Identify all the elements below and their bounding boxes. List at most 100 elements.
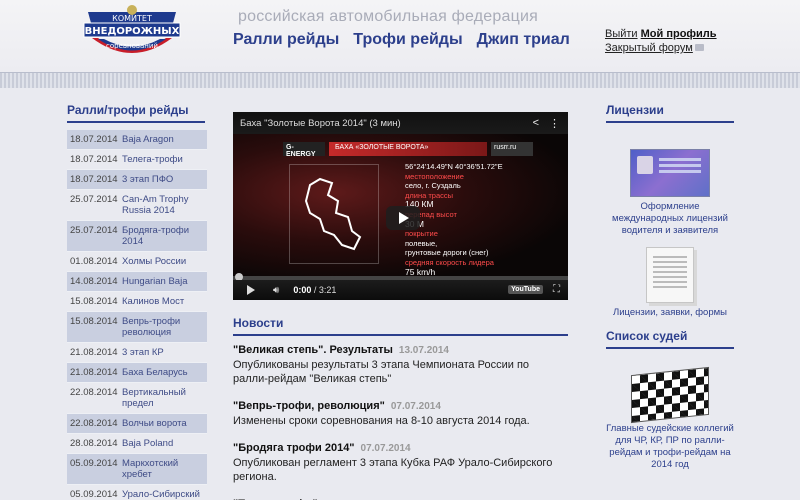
fullscreen-icon[interactable]: ⛶ xyxy=(553,284,560,295)
event-link[interactable]: 3 этап ПФО xyxy=(119,170,207,189)
race-info-line: перепад высот xyxy=(405,209,457,219)
event-row[interactable]: 21.08.2014 Баха Беларусь xyxy=(67,363,207,383)
race-info-line: грунтовые дороги (снег) xyxy=(405,248,489,258)
news-text: Опубликованы результаты 3 этапа Чемпиона… xyxy=(233,359,530,385)
volume-icon[interactable]: 🔊︎ xyxy=(273,285,279,296)
event-link[interactable]: Вертикальный предел xyxy=(119,383,207,413)
event-row[interactable]: 15.08.2014 Калинов Мост xyxy=(67,292,207,312)
event-link[interactable]: Волчьи ворота xyxy=(119,414,207,433)
video-title-bar: Баха "Золотые Ворота 2014" (3 мин) < ⋮ xyxy=(233,112,568,134)
event-link[interactable]: Hungarian Baja xyxy=(119,272,207,291)
event-link[interactable]: Вепрь-трофи революция xyxy=(119,312,207,342)
event-row[interactable]: 05.09.2014 Маркхотский хребет xyxy=(67,454,207,485)
race-info-line: полевые, xyxy=(405,238,438,248)
event-date: 22.08.2014 xyxy=(67,414,119,433)
time-total: / 3:21 xyxy=(313,285,337,295)
site-header: КОМИТЕТ ВНЕДОРОЖНЫХ соревнований российс… xyxy=(0,0,800,72)
committee-logo[interactable]: КОМИТЕТ ВНЕДОРОЖНЫХ соревнований xyxy=(80,4,184,66)
event-date: 18.07.2014 xyxy=(67,150,119,169)
video-frame[interactable]: G-ENERGY БАХА «ЗОЛОТЫЕ ВОРОТА» rusrr.ru … xyxy=(233,134,568,280)
banner-label: БАХА «ЗОЛОТЫЕ ВОРОТА» xyxy=(329,142,487,156)
news-headline-row: "Бродяга трофи 2014" 07.07.2014 xyxy=(233,441,563,456)
documents-icon[interactable] xyxy=(646,247,694,303)
license-card-icon[interactable] xyxy=(630,149,710,197)
nav-trophy-raids[interactable]: Трофи рейды xyxy=(353,31,462,49)
event-link[interactable]: Бродяга-трофи 2014 xyxy=(119,221,207,251)
event-link[interactable]: Baja Poland xyxy=(119,434,207,453)
event-link[interactable]: Калинов Мост xyxy=(119,292,207,311)
event-link[interactable]: Урало-Сибирский отборочный xyxy=(119,485,207,500)
news-title: Новости xyxy=(233,316,568,336)
event-row[interactable]: 25.07.2014 Бродяга-трофи 2014 xyxy=(67,221,207,252)
event-row[interactable]: 22.08.2014 Волчьи ворота xyxy=(67,414,207,434)
news-headline-row: "Вепрь-трофи, революция" 07.07.2014 xyxy=(233,399,563,414)
event-row[interactable]: 05.09.2014Урало-Сибирский отборочный xyxy=(67,485,207,500)
event-row[interactable]: 01.08.2014 Холмы России xyxy=(67,252,207,272)
event-date: 25.07.2014 xyxy=(67,190,119,220)
nav-jeep-trial[interactable]: Джип триал xyxy=(477,31,570,49)
judges-caption[interactable]: Главные судейские коллегий для ЧР, КР, П… xyxy=(606,423,734,471)
event-link[interactable]: Баха Беларусь xyxy=(119,363,207,382)
licenses-block[interactable]: Оформление международных лицензий водите… xyxy=(606,149,734,237)
forms-block[interactable]: Лицензии, заявки, формы xyxy=(606,247,734,319)
event-link[interactable]: Холмы России xyxy=(119,252,207,271)
news-headline-row: "Великая степь". Результаты 13.07.2014 xyxy=(233,343,563,358)
coords-label: 56°24'14.49"N 40°36'51.72"E xyxy=(405,162,503,171)
logo-main-text: ВНЕДОРОЖНЫХ xyxy=(85,26,180,37)
licenses-caption[interactable]: Оформление международных лицензий водите… xyxy=(606,201,734,237)
event-link[interactable]: 3 этап КР xyxy=(119,343,207,362)
checkered-flag-icon[interactable] xyxy=(631,366,709,424)
share-icon[interactable]: < xyxy=(533,117,539,130)
event-row[interactable]: 25.07.2014 Can-Am Trophy Russia 2014 xyxy=(67,190,207,221)
race-info: 56°24'14.49"N 40°36'51.72"E местоположен… xyxy=(405,162,535,277)
event-row[interactable]: 21.08.2014 3 этап КР xyxy=(67,343,207,363)
right-sidebar: Лицензии Оформление международных лиценз… xyxy=(606,103,734,481)
control-play-icon[interactable] xyxy=(247,285,255,295)
race-info-line: 30 М xyxy=(405,218,424,229)
news-item: "Вепрь-трофи, революция" 07.07.2014 Измене… xyxy=(233,399,563,428)
judges-block[interactable]: Главные судейские коллегий для ЧР, КР, П… xyxy=(606,366,734,471)
more-icon[interactable]: ⋮ xyxy=(549,117,560,130)
video-player[interactable]: Баха "Золотые Ворота 2014" (3 мин) < ⋮ G… xyxy=(233,112,568,300)
profile-link[interactable]: Мой профиль xyxy=(641,28,717,40)
event-link[interactable]: Маркхотский хребет xyxy=(119,454,207,484)
play-icon[interactable] xyxy=(386,206,420,230)
news-date: 13.07.2014 xyxy=(398,345,449,356)
route-map xyxy=(289,164,379,264)
licenses-title: Лицензии xyxy=(606,103,734,123)
federation-name[interactable]: российская автомобильная федерация xyxy=(238,8,538,26)
event-row[interactable]: 15.08.2014 Вепрь-трофи революция xyxy=(67,312,207,343)
nav-rally-raids[interactable]: Ралли рейды xyxy=(233,31,339,49)
video-banner: G-ENERGY БАХА «ЗОЛОТЫЕ ВОРОТА» rusrr.ru xyxy=(283,142,533,158)
event-row[interactable]: 18.07.2014 Baja Aragon xyxy=(67,130,207,150)
event-link[interactable]: Can-Am Trophy Russia 2014 xyxy=(119,190,207,220)
news-text: Опубликован регламент 3 этапа Кубка РАФ … xyxy=(233,457,553,483)
event-link[interactable]: Baja Aragon xyxy=(119,130,207,149)
event-date: 25.07.2014 xyxy=(67,221,119,251)
news-headline[interactable]: "Вепрь-трофи, революция" xyxy=(233,400,385,412)
logo-top-text: КОМИТЕТ xyxy=(112,14,152,23)
main-nav: Ралли рейды Трофи рейды Джип триал xyxy=(233,31,570,49)
news-headline[interactable]: "Бродяга трофи 2014" xyxy=(233,442,355,454)
race-info-line: местоположение xyxy=(405,171,464,181)
forms-caption[interactable]: Лицензии, заявки, формы xyxy=(606,307,734,319)
event-date: 22.08.2014 xyxy=(67,383,119,413)
event-row[interactable]: 18.07.2014 Телега-трофи xyxy=(67,150,207,170)
news-date: 07.07.2014 xyxy=(390,401,441,412)
closed-forum-link[interactable]: Закрытый форум xyxy=(605,42,693,54)
lock-icon xyxy=(694,44,704,51)
race-info-line: 140 КМ xyxy=(405,199,434,210)
youtube-logo[interactable]: YouTube xyxy=(508,285,543,294)
event-row[interactable]: 18.07.2014 3 этап ПФО xyxy=(67,170,207,190)
event-row[interactable]: 28.08.2014 Baja Poland xyxy=(67,434,207,454)
event-link[interactable]: Телега-трофи xyxy=(119,150,207,169)
video-title[interactable]: Баха "Золотые Ворота 2014" (3 мин) xyxy=(240,118,401,129)
news-headline[interactable]: "Великая степь". Результаты xyxy=(233,344,393,356)
events-list: 18.07.2014 Baja Aragon 18.07.2014 Телега-тр… xyxy=(67,130,207,500)
race-info-line: покрытие xyxy=(405,229,438,239)
event-date: 14.08.2014 xyxy=(67,272,119,291)
race-info-line: село, г. Суздаль xyxy=(405,181,461,191)
event-row[interactable]: 14.08.2014 Hungarian Baja xyxy=(67,272,207,292)
logout-link[interactable]: Выйти xyxy=(605,28,638,40)
event-row[interactable]: 22.08.2014 Вертикальный предел xyxy=(67,383,207,414)
